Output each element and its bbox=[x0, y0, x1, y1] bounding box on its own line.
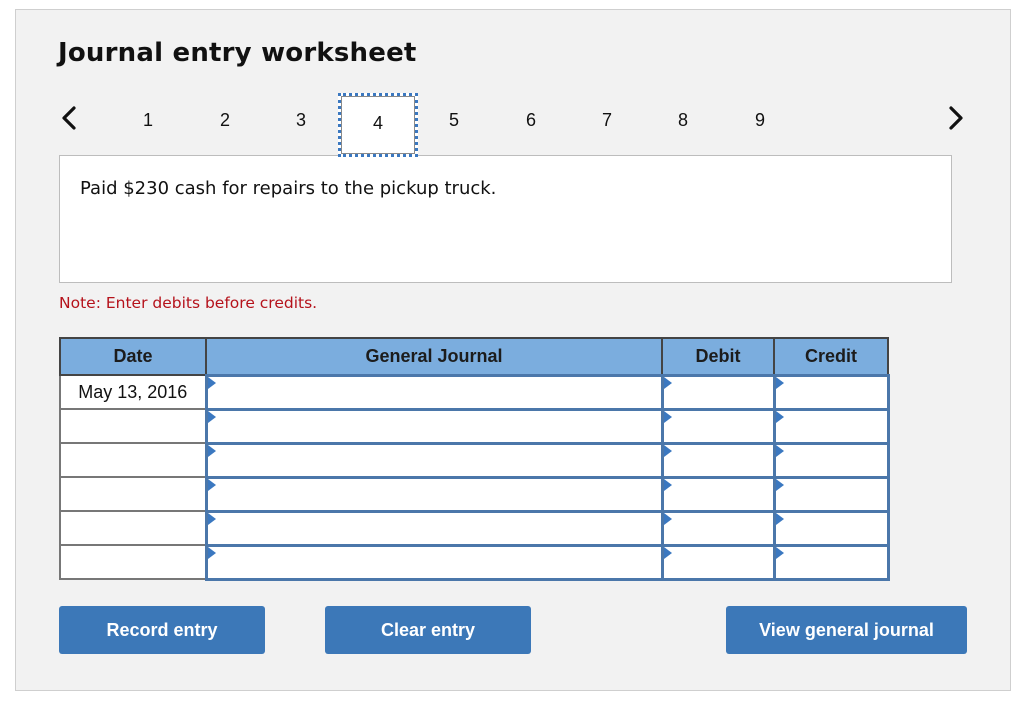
tab-3[interactable]: 3 bbox=[261, 93, 341, 157]
credit-input-cell bbox=[772, 543, 890, 581]
tab-6[interactable]: 6 bbox=[491, 93, 571, 157]
dropdown-marker-icon bbox=[775, 376, 784, 389]
credit-input[interactable] bbox=[775, 444, 887, 476]
dropdown-marker-icon bbox=[663, 478, 672, 491]
header-credit: Credit bbox=[773, 337, 889, 376]
dropdown-marker-icon bbox=[663, 410, 672, 423]
tab-9[interactable]: 9 bbox=[720, 93, 800, 157]
table-row bbox=[59, 475, 890, 513]
debit-input[interactable] bbox=[663, 478, 773, 510]
transaction-description: Paid $230 cash for repairs to the pickup… bbox=[59, 155, 952, 283]
account-input-cell bbox=[204, 407, 664, 445]
journal-table: Date General Journal Debit Credit May 13… bbox=[59, 337, 890, 581]
chevron-left-icon bbox=[62, 106, 76, 130]
credit-input-cell bbox=[772, 509, 890, 547]
credit-input[interactable] bbox=[775, 410, 887, 442]
debit-input-cell bbox=[660, 509, 776, 547]
credit-input-cell bbox=[772, 441, 890, 479]
table-row bbox=[59, 441, 890, 479]
table-row: May 13, 2016 bbox=[59, 373, 890, 411]
account-input-cell bbox=[204, 543, 664, 581]
date-cell: May 13, 2016 bbox=[59, 374, 207, 410]
tab-1[interactable]: 1 bbox=[108, 93, 188, 157]
dropdown-marker-icon bbox=[207, 444, 216, 457]
dropdown-marker-icon bbox=[207, 512, 216, 525]
tab-8[interactable]: 8 bbox=[643, 93, 723, 157]
dropdown-marker-icon bbox=[663, 376, 672, 389]
debit-input[interactable] bbox=[663, 444, 773, 476]
credit-input-cell bbox=[772, 475, 890, 513]
dropdown-marker-icon bbox=[207, 478, 216, 491]
credit-input[interactable] bbox=[775, 376, 887, 408]
note-text: Note: Enter debits before credits. bbox=[59, 294, 318, 312]
debit-input-cell bbox=[660, 475, 776, 513]
debit-input[interactable] bbox=[663, 512, 773, 544]
debit-input[interactable] bbox=[663, 546, 773, 578]
date-cell bbox=[59, 442, 207, 478]
tab-2[interactable]: 2 bbox=[185, 93, 265, 157]
account-input-cell bbox=[204, 373, 664, 411]
debit-input-cell bbox=[660, 441, 776, 479]
next-button[interactable] bbox=[943, 103, 967, 133]
debit-input-cell bbox=[660, 407, 776, 445]
debit-input[interactable] bbox=[663, 410, 773, 442]
record-entry-button[interactable]: Record entry bbox=[59, 606, 265, 654]
account-input-cell bbox=[204, 475, 664, 513]
dropdown-marker-icon bbox=[207, 376, 216, 389]
tab-5[interactable]: 5 bbox=[414, 93, 494, 157]
dropdown-marker-icon bbox=[775, 478, 784, 491]
account-input[interactable] bbox=[207, 376, 661, 408]
dropdown-marker-icon bbox=[663, 444, 672, 457]
dropdown-marker-icon bbox=[775, 546, 784, 559]
view-general-journal-button[interactable]: View general journal bbox=[726, 606, 967, 654]
account-input[interactable] bbox=[207, 478, 661, 510]
debit-input[interactable] bbox=[663, 376, 773, 408]
prev-button[interactable] bbox=[58, 103, 82, 133]
page-title: Journal entry worksheet bbox=[58, 38, 417, 68]
clear-entry-button[interactable]: Clear entry bbox=[325, 606, 531, 654]
dropdown-marker-icon bbox=[207, 546, 216, 559]
account-input[interactable] bbox=[207, 444, 661, 476]
header-debit: Debit bbox=[661, 337, 775, 376]
debit-input-cell bbox=[660, 543, 776, 581]
date-cell bbox=[59, 408, 207, 444]
debit-input-cell bbox=[660, 373, 776, 411]
table-row bbox=[59, 509, 890, 547]
dropdown-marker-icon bbox=[207, 410, 216, 423]
account-input-cell bbox=[204, 509, 664, 547]
account-input[interactable] bbox=[207, 410, 661, 442]
credit-input[interactable] bbox=[775, 546, 887, 578]
chevron-right-icon bbox=[949, 106, 963, 130]
credit-input-cell bbox=[772, 373, 890, 411]
dropdown-marker-icon bbox=[775, 444, 784, 457]
account-input[interactable] bbox=[207, 512, 661, 544]
date-cell bbox=[59, 476, 207, 512]
dropdown-marker-icon bbox=[663, 512, 672, 525]
dropdown-marker-icon bbox=[775, 410, 784, 423]
account-input-cell bbox=[204, 441, 664, 479]
dropdown-marker-icon bbox=[775, 512, 784, 525]
tab-7[interactable]: 7 bbox=[567, 93, 647, 157]
credit-input-cell bbox=[772, 407, 890, 445]
header-date: Date bbox=[59, 337, 207, 376]
table-header-row: Date General Journal Debit Credit bbox=[59, 337, 889, 376]
account-input[interactable] bbox=[207, 546, 661, 578]
credit-input[interactable] bbox=[775, 512, 887, 544]
table-row bbox=[59, 407, 890, 445]
date-cell bbox=[59, 544, 207, 580]
table-row bbox=[59, 543, 890, 581]
dropdown-marker-icon bbox=[663, 546, 672, 559]
tab-4-active[interactable]: 4 bbox=[338, 93, 418, 157]
credit-input[interactable] bbox=[775, 478, 887, 510]
header-general-journal: General Journal bbox=[205, 337, 663, 376]
date-cell bbox=[59, 510, 207, 546]
